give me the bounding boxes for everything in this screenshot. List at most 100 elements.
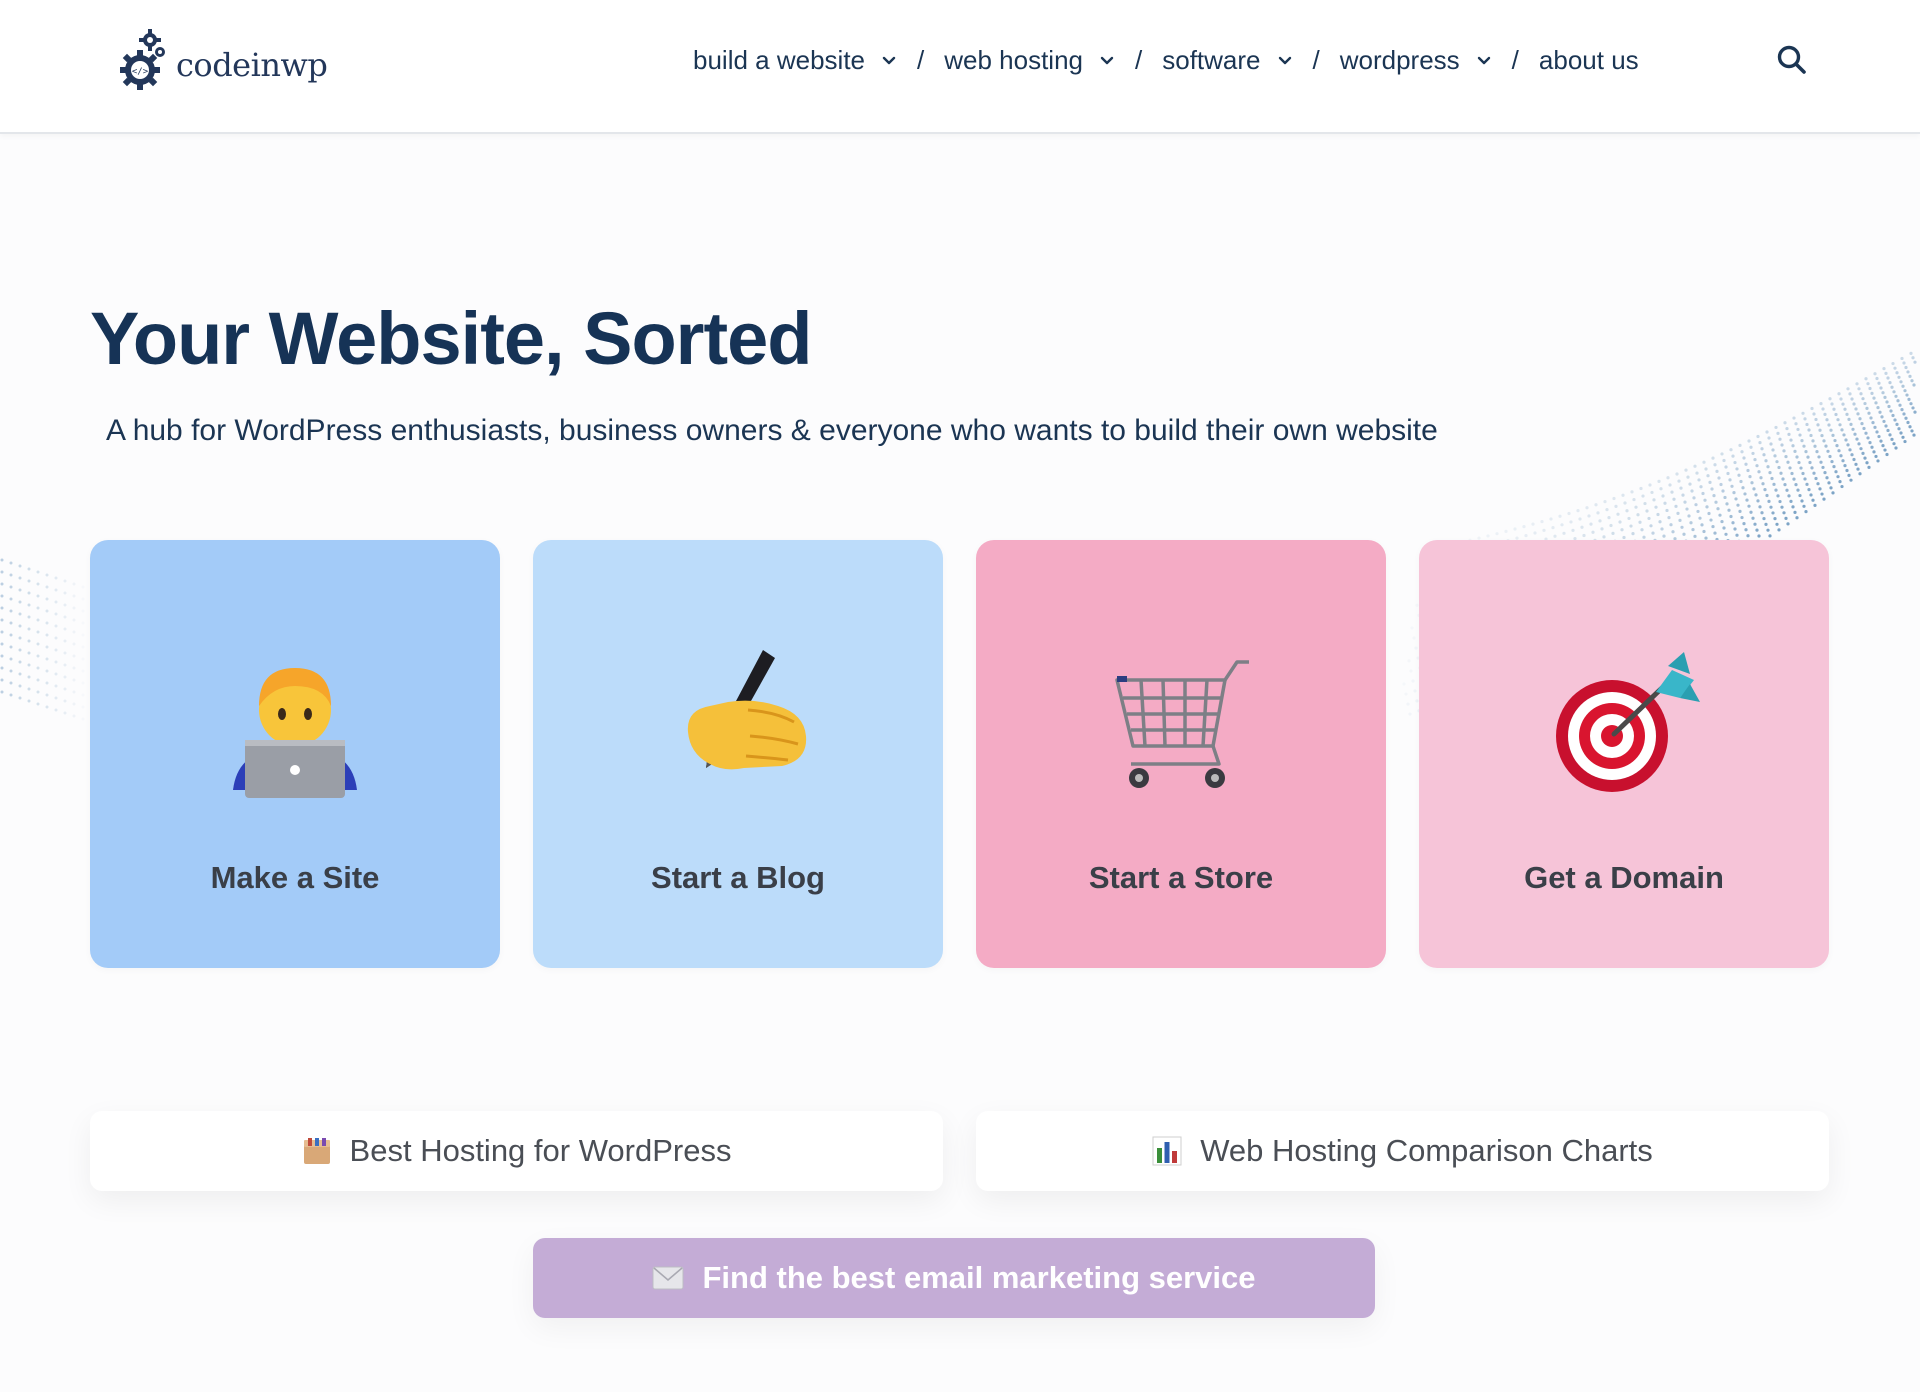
wave-dot	[1800, 499, 1804, 503]
nav-item-build-a-website[interactable]: build a website	[693, 45, 897, 76]
wave-dot	[1707, 511, 1711, 516]
wave-dot	[1709, 518, 1713, 522]
site-logo[interactable]: </> codeinwp	[118, 28, 328, 94]
wave-dot	[1820, 433, 1824, 438]
wave-dot	[1542, 528, 1546, 532]
wave-dot	[54, 660, 58, 664]
card-get-a-domain[interactable]: Get a Domain	[1419, 540, 1829, 968]
wave-dot	[0, 618, 4, 622]
wave-dot	[1894, 394, 1898, 398]
wave-dot	[1823, 412, 1827, 416]
wave-dot	[1524, 533, 1528, 538]
wave-dot	[1885, 452, 1889, 457]
wave-dot	[1870, 391, 1874, 395]
wave-dot	[1569, 520, 1573, 524]
wave-dot	[1845, 412, 1849, 416]
wave-dot	[1857, 442, 1861, 446]
card-make-a-site[interactable]: Make a Site	[90, 540, 500, 968]
wave-dot	[1877, 434, 1881, 439]
wave-dot	[1787, 432, 1791, 436]
wave-dot	[1803, 417, 1807, 421]
wave-dot	[1690, 489, 1694, 493]
nav-item-wordpress[interactable]: wordpress	[1340, 45, 1492, 76]
wave-dot	[1724, 532, 1728, 536]
wave-dot	[1802, 444, 1806, 448]
nav-separator: /	[1312, 44, 1320, 75]
wave-dot	[1767, 436, 1771, 440]
card-start-a-store[interactable]: Start a Store	[976, 540, 1386, 968]
wave-dot	[1819, 402, 1823, 406]
wave-dot	[45, 609, 49, 613]
wave-dot	[1886, 428, 1890, 433]
wave-dot	[1771, 511, 1775, 515]
wave-dot	[1402, 682, 1406, 686]
wave-dot	[1742, 456, 1746, 460]
nav-item-about-us[interactable]: about us	[1539, 45, 1639, 76]
wave-dot	[1873, 425, 1877, 429]
wave-dot	[1549, 517, 1553, 521]
chevron-down-icon	[1477, 56, 1490, 65]
wave-dot	[1752, 487, 1756, 491]
wave-dot	[1404, 692, 1408, 696]
wave-dot	[1710, 487, 1714, 491]
wave-dot	[1813, 444, 1817, 448]
wave-dot	[1651, 531, 1655, 535]
wave-dot	[1679, 486, 1683, 490]
wave-dot	[1725, 502, 1729, 506]
wave-dot	[1782, 449, 1786, 453]
wave-dot	[9, 561, 13, 565]
wave-dot	[63, 639, 67, 643]
wave-dot	[1882, 367, 1886, 371]
site-header: </> codeinwp build a website / web hosti…	[0, 0, 1920, 134]
wave-dot	[1906, 420, 1910, 425]
wave-dot	[1888, 433, 1892, 437]
wave-dot	[1890, 437, 1894, 441]
wave-dot	[1660, 527, 1664, 531]
wave-dot	[36, 630, 40, 634]
envelope-icon	[652, 1266, 684, 1290]
wave-dot	[72, 606, 76, 610]
wave-dot	[1773, 517, 1777, 521]
wave-dot	[1791, 505, 1795, 509]
search-button[interactable]	[1776, 44, 1808, 76]
card-start-a-blog[interactable]: Start a Blog	[533, 540, 943, 968]
wave-dot	[72, 714, 76, 718]
wave-dot	[1848, 392, 1852, 396]
wave-dot	[1769, 442, 1773, 446]
wave-dot	[1832, 407, 1836, 411]
wave-dot	[1819, 460, 1823, 464]
nav-item-web-hosting[interactable]: web hosting	[944, 45, 1115, 76]
wave-dot	[1870, 445, 1874, 449]
wave-dot	[1873, 372, 1877, 376]
wave-dot	[1881, 443, 1885, 448]
wave-dot	[1551, 526, 1555, 530]
wave-dot	[1705, 505, 1709, 509]
wave-dot	[1627, 516, 1631, 521]
wave-dot	[1777, 465, 1781, 470]
wave-dot	[72, 678, 76, 682]
wave-dot	[36, 654, 40, 658]
wave-dot	[1669, 523, 1673, 527]
wave-dot	[1765, 430, 1769, 434]
wave-dot	[1661, 494, 1665, 498]
wave-dot	[18, 660, 22, 664]
wave-dot	[1858, 472, 1862, 476]
wave-dot	[0, 654, 4, 658]
wave-dot	[27, 579, 31, 583]
wave-dot	[1828, 397, 1832, 401]
wave-dot	[36, 606, 40, 610]
wave-dot	[1813, 503, 1817, 508]
nav-item-software[interactable]: software	[1162, 45, 1292, 76]
wave-dot	[1533, 531, 1537, 535]
wave-dot	[1878, 410, 1882, 414]
wave-dot	[1607, 515, 1611, 520]
wave-dot	[1776, 431, 1780, 435]
wave-dot	[1861, 397, 1865, 401]
hosting-comparison-link[interactable]: Web Hosting Comparison Charts	[976, 1111, 1829, 1191]
wave-dot	[1677, 479, 1681, 483]
email-marketing-button[interactable]: Find the best email marketing service	[533, 1238, 1375, 1318]
wave-dot	[1786, 460, 1790, 464]
wave-dot	[81, 621, 85, 625]
wave-dot	[1789, 499, 1793, 503]
best-hosting-link[interactable]: Best Hosting for WordPress	[90, 1111, 943, 1191]
